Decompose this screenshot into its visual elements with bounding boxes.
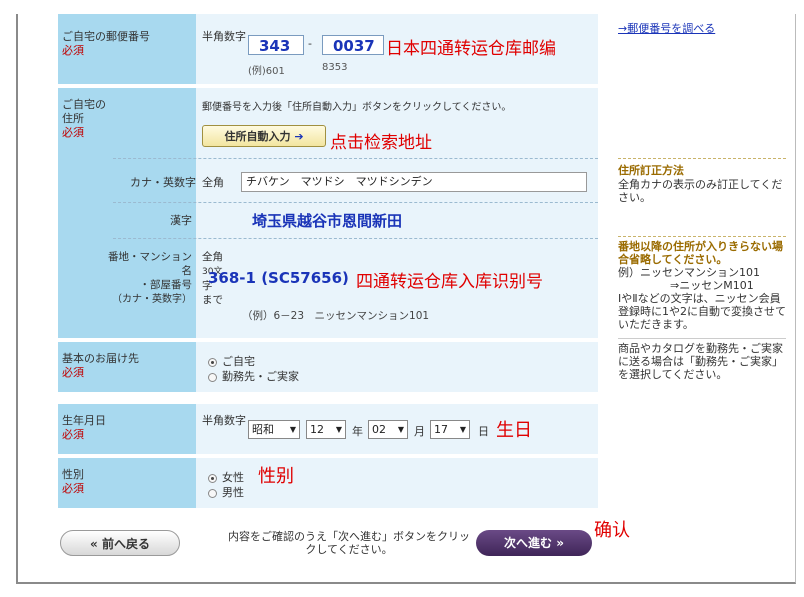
catalog-note: 商品やカタログを勤務先・ご実家に送る場合は「勤務先・ご実家」を選択してください。 [618, 342, 783, 381]
day-value: 17 [434, 423, 448, 436]
street-width-4: まで [202, 294, 223, 306]
confirm-text: 内容をご確認のうえ「次へ進む」ボタンをクリックしてください。 [228, 530, 470, 556]
zip-width-note: 半角数字 [202, 30, 246, 43]
delivery-option-home[interactable]: ご自宅 [208, 353, 255, 369]
zip-label: ご自宅の郵便番号 [62, 30, 150, 43]
back-button[interactable]: « 前へ戻る [60, 530, 180, 556]
delivery-required: 必須 [62, 366, 84, 379]
birth-label: 生年月日 [62, 414, 106, 427]
street-label: 番地・マンション 名 ・部屋番号 （カナ・英数字） [108, 250, 192, 307]
divider [113, 202, 598, 203]
year-unit: 年 [352, 425, 363, 438]
chevron-down-icon: ▼ [289, 425, 296, 434]
radio-icon[interactable] [208, 372, 217, 382]
year-value: 12 [310, 423, 324, 436]
divider [113, 158, 598, 159]
gender-option-male[interactable]: 男性 [208, 484, 244, 500]
gender-label: 性別 [62, 468, 84, 481]
year-select[interactable]: 12 ▼ [306, 420, 346, 439]
omit-example-1: 例）ニッセンマンション101 [618, 266, 760, 279]
birth-row: 生年月日 必須 半角数字 昭和 ▼ 12 ▼ 年 02 ▼ 月 17 ▼ 日 生日 [58, 404, 598, 454]
address-label-1: ご自宅の [62, 98, 106, 111]
zip-example-2: 8353 [322, 62, 348, 73]
correction-text: 全角カナの表示のみ訂正してください。 [618, 178, 783, 204]
gender-annotation: 性别 [258, 466, 294, 487]
sidebar-divider [618, 158, 786, 159]
auto-address-annotation: 点击检索地址 [330, 133, 432, 153]
divider [113, 238, 598, 239]
gender-female-label: 女性 [222, 471, 244, 484]
chevron-down-icon: ▼ [335, 425, 342, 434]
gender-required: 必須 [62, 482, 84, 495]
address-label-2: 住所 [62, 112, 84, 125]
gender-option-female[interactable]: 女性 [208, 469, 244, 485]
birth-annotation: 生日 [496, 420, 532, 441]
zip-row: ご自宅の郵便番号 必須 半角数字 343 - 0037 日本四通转运仓库邮编 (… [58, 14, 598, 84]
month-unit: 月 [414, 425, 425, 438]
zip-separator: - [308, 37, 312, 50]
address-required: 必須 [62, 126, 84, 139]
zip-part2-input[interactable]: 0037 [322, 35, 384, 55]
auto-address-label: 住所自動入力 [224, 130, 291, 143]
delivery-option-work[interactable]: 勤務先・ご実家 [208, 368, 299, 384]
address-row: ご自宅の 住所 必須 郵便番号を入力後「住所自動入力」ボタンをクリックしてくださ… [58, 88, 598, 338]
delivery-row: 基本のお届け先 必須 ご自宅 勤務先・ご実家 [58, 342, 598, 392]
birth-width-note: 半角数字 [202, 414, 246, 427]
kana-width-note: 全角 [202, 176, 224, 189]
correction-title: 住所訂正方法 [618, 164, 684, 177]
chevron-down-icon: ▼ [397, 425, 404, 434]
sidebar-divider [618, 236, 786, 237]
zip-label-cell: ご自宅の郵便番号 必須 [58, 14, 196, 84]
street-example: （例）6－23 ニッセンマンション101 [242, 310, 430, 322]
kanji-value: 埼玉県越谷市恩間新田 [252, 212, 403, 230]
chevron-down-icon: ▼ [459, 425, 466, 434]
confirm-annotation: 确认 [594, 520, 630, 541]
street-input[interactable]: 368-1 (SC57656) [208, 269, 349, 287]
era-select[interactable]: 昭和 ▼ [248, 420, 300, 439]
street-label-3: ・部屋番号 [139, 279, 193, 291]
gender-row: 性別 必須 女性 男性 性别 [58, 458, 598, 508]
omit-section: 番地以降の住所が入りきらない場合省略してください。 例）ニッセンマンション101… [618, 240, 786, 331]
correction-section: 住所訂正方法 全角カナの表示のみ訂正してください。 [618, 162, 786, 204]
radio-selected-icon[interactable] [208, 357, 217, 367]
birth-label-cell: 生年月日 必須 [58, 404, 196, 454]
arrow-right-icon: ➔ [294, 130, 304, 143]
gender-male-label: 男性 [222, 486, 244, 499]
birth-required: 必須 [62, 428, 84, 441]
auto-address-button[interactable]: 住所自動入力 ➔ [202, 125, 326, 147]
gender-label-cell: 性別 必須 [58, 458, 196, 508]
zip-lookup-link[interactable]: →郵便番号を調べる [618, 20, 786, 36]
delivery-work-label: 勤務先・ご実家 [222, 370, 299, 383]
zip-part1-input[interactable]: 343 [248, 35, 304, 55]
sidebar-divider [618, 338, 786, 339]
zip-annotation: 日本四通转运仓库邮编 [386, 39, 556, 59]
street-label-4: （カナ・英数字） [112, 294, 192, 305]
omit-example-2: ⇒ニッセンM101 [670, 279, 754, 292]
address-instruction: 郵便番号を入力後「住所自動入力」ボタンをクリックしてください。 [202, 102, 512, 113]
zip-required: 必須 [62, 44, 84, 57]
month-select[interactable]: 02 ▼ [368, 420, 408, 439]
era-value: 昭和 [252, 423, 274, 436]
zip-example-1: (例)601 [248, 66, 285, 77]
street-annotation: 四通转运仓库入库识别号 [356, 272, 543, 292]
kana-input[interactable]: チバケン マツドシ マツドシンデン [241, 172, 587, 192]
radio-selected-icon[interactable] [208, 473, 217, 483]
radio-icon[interactable] [208, 488, 217, 498]
delivery-label: 基本のお届け先 [62, 352, 139, 365]
kana-label: カナ・英数字 [130, 176, 196, 189]
day-select[interactable]: 17 ▼ [430, 420, 470, 439]
omit-title: 番地以降の住所が入りきらない場合省略してください。 [618, 240, 783, 266]
omit-note: ⅠやⅡなどの文字は、ニッセン会員登録時に1や2に自動で変換させていただきます。 [618, 292, 786, 331]
month-value: 02 [372, 423, 386, 436]
next-button[interactable]: 次へ進む » [476, 530, 592, 556]
street-width-1: 全角 [202, 251, 223, 263]
street-label-2: 名 [181, 265, 193, 277]
day-unit: 日 [478, 425, 489, 438]
street-label-1: 番地・マンション [108, 251, 192, 263]
delivery-home-label: ご自宅 [222, 355, 255, 368]
kanji-label: 漢字 [170, 214, 192, 227]
delivery-label-cell: 基本のお届け先 必須 [58, 342, 196, 392]
